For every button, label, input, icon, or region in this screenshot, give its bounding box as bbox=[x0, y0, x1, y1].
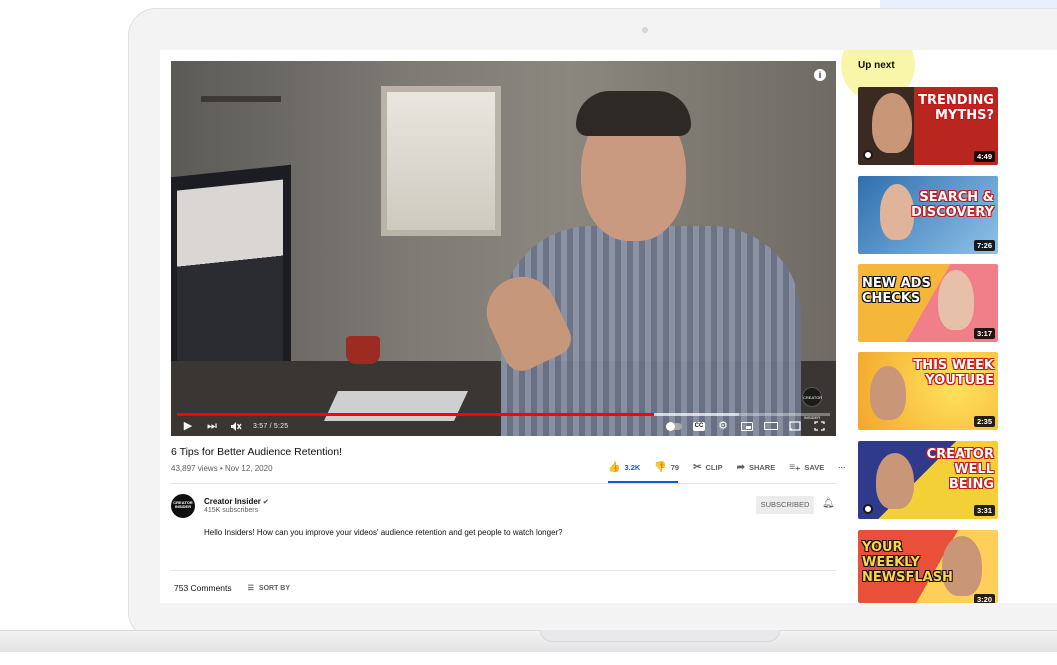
thumbnail-title-art: YOUR WEEKLY NEWSFLASH bbox=[862, 540, 953, 585]
video-title: 6 Tips for Better Audience Retention! bbox=[171, 446, 343, 458]
clip-button[interactable]: ✂ CLIP bbox=[693, 462, 722, 473]
thumbs-down-icon: 👎 bbox=[654, 462, 667, 473]
comment-count: 753 Comments bbox=[174, 583, 232, 593]
mute-icon[interactable] bbox=[229, 419, 243, 433]
info-icon[interactable]: i bbox=[814, 69, 826, 81]
scissors-icon: ✂ bbox=[693, 462, 702, 473]
up-next-thumbnail[interactable]: NEW ADS CHECKS 3:17 bbox=[858, 264, 998, 342]
captions-icon[interactable]: CC bbox=[692, 419, 706, 433]
player-controls: ▶ ⏭ 3:57 / 5:25 CC ⚙ bbox=[171, 417, 836, 435]
autoplay-toggle[interactable] bbox=[666, 419, 682, 433]
theater-mode-icon[interactable] bbox=[764, 419, 778, 433]
sort-icon: ☰ bbox=[247, 585, 254, 592]
subscriber-count: 415K subscribers bbox=[204, 507, 259, 514]
playlist-add-icon: ≡₊ bbox=[789, 462, 801, 473]
save-button[interactable]: ≡₊ SAVE bbox=[789, 462, 824, 473]
screen: i CREATOR INSIDER ▶ ⏭ 3:57 / 5:25 CC ⚙ 6… bbox=[160, 50, 1057, 603]
channel-watermark[interactable]: CREATOR INSIDER bbox=[802, 387, 822, 420]
thumbnail-title-art: THIS WEEK YOUTUBE bbox=[913, 358, 994, 388]
divider bbox=[171, 483, 836, 484]
progress-played bbox=[177, 413, 654, 416]
thumbs-up-icon: 👍 bbox=[608, 462, 621, 473]
video-frame-window bbox=[381, 86, 501, 236]
video-duration: 4:49 bbox=[973, 151, 995, 162]
video-frame-cup bbox=[346, 336, 380, 364]
video-description: Hello Insiders! How can you improve your… bbox=[204, 528, 563, 537]
miniplayer-icon[interactable] bbox=[740, 419, 754, 433]
thumbnail-title-art: CREATOR WELL BEING bbox=[926, 447, 994, 492]
next-icon[interactable]: ⏭ bbox=[205, 419, 219, 433]
share-button[interactable]: ➦ SHARE bbox=[737, 462, 776, 473]
laptop-base bbox=[0, 630, 1057, 652]
comments-header: 753 Comments ☰ SORT BY bbox=[174, 583, 290, 593]
more-actions-button[interactable]: ··· bbox=[838, 463, 846, 472]
progress-bar[interactable] bbox=[177, 413, 830, 416]
up-next-thumbnail[interactable]: THIS WEEK YOUTUBE 2:35 bbox=[858, 352, 998, 430]
verified-icon: ✔ bbox=[262, 499, 269, 506]
video-duration: 2:35 bbox=[973, 416, 995, 427]
video-duration: 3:20 bbox=[973, 594, 995, 603]
channel-name[interactable]: Creator Insider ✔ bbox=[204, 497, 269, 506]
settings-gear-icon[interactable]: ⚙ bbox=[716, 419, 730, 433]
up-next-heading: Up next bbox=[858, 60, 895, 71]
sort-by-button[interactable]: ☰ SORT BY bbox=[247, 584, 290, 593]
like-button[interactable]: 👍 3.2K bbox=[608, 462, 640, 473]
up-next-thumbnail[interactable]: SEARCH & DISCOVERY 7:26 bbox=[858, 176, 998, 254]
video-meta: 43,897 views • Nov 12, 2020 bbox=[171, 464, 273, 473]
notification-bell-icon[interactable]: 🔔︎ bbox=[822, 498, 835, 509]
video-duration: 7:26 bbox=[973, 240, 995, 251]
laptop-base-notch bbox=[540, 630, 780, 642]
cast-icon[interactable] bbox=[788, 419, 802, 433]
video-actions: 👍 3.2K 👎 79 ✂ CLIP ➦ SHARE ≡₊ SAVE ··· bbox=[608, 462, 846, 473]
video-duration: 3:31 bbox=[973, 505, 995, 516]
share-arrow-icon: ➦ bbox=[736, 462, 745, 473]
fullscreen-icon[interactable] bbox=[812, 419, 826, 433]
video-duration: 3:17 bbox=[973, 328, 995, 339]
thumbnail-title-art: TRENDING MYTHS? bbox=[918, 93, 994, 123]
up-next-thumbnail[interactable]: CREATOR WELL BEING 3:31 bbox=[858, 441, 998, 519]
video-frame-hair bbox=[576, 91, 691, 136]
video-player[interactable]: i CREATOR INSIDER ▶ ⏭ 3:57 / 5:25 CC ⚙ bbox=[171, 61, 836, 436]
time-display: 3:57 / 5:25 bbox=[253, 422, 289, 430]
camera-dot bbox=[642, 27, 648, 33]
play-icon[interactable]: ▶ bbox=[181, 419, 195, 433]
divider bbox=[171, 570, 836, 571]
up-next-thumbnail[interactable]: TRENDING MYTHS? 4:49 bbox=[858, 87, 998, 165]
channel-avatar[interactable]: CREATOR INSIDER bbox=[171, 494, 195, 518]
dislike-button[interactable]: 👎 79 bbox=[654, 462, 679, 473]
up-next-thumbnail[interactable]: YOUR WEEKLY NEWSFLASH 3:20 bbox=[858, 530, 998, 603]
video-frame-shelf bbox=[201, 96, 281, 102]
thumbnail-title-art: SEARCH & DISCOVERY bbox=[911, 190, 994, 220]
subscribed-button[interactable]: SUBSCRIBED bbox=[756, 496, 814, 514]
thumbnail-title-art: NEW ADS CHECKS bbox=[862, 276, 931, 306]
